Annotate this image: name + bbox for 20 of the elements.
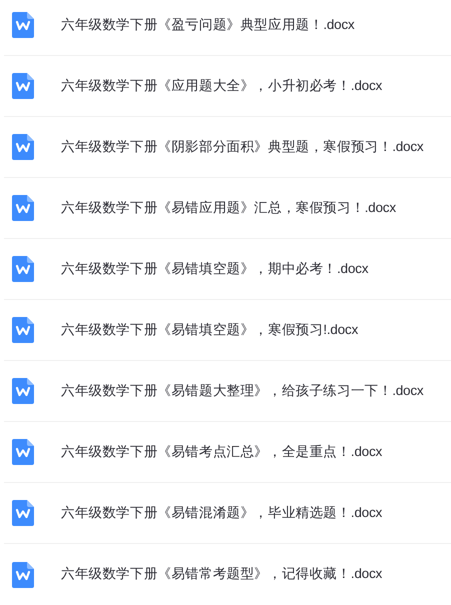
document-icon [12, 317, 34, 343]
file-name[interactable]: 六年级数学下册《易错填空题》，期中必考！.docx [61, 258, 368, 280]
document-icon [12, 378, 34, 404]
file-name[interactable]: 六年级数学下册《盈亏问题》典型应用题！.docx [61, 14, 354, 36]
document-icon [12, 500, 34, 526]
document-icon [12, 12, 34, 38]
file-name[interactable]: 六年级数学下册《易错混淆题》，毕业精选题！.docx [61, 502, 382, 524]
document-icon [12, 134, 34, 160]
file-name[interactable]: 六年级数学下册《易错应用题》汇总，寒假预习！.docx [61, 198, 396, 218]
document-icon [12, 73, 34, 99]
document-icon [12, 195, 34, 221]
file-name[interactable]: 六年级数学下册《易错题大整理》，给孩子练习一下！.docx [61, 380, 424, 402]
file-name[interactable]: 六年级数学下册《易错填空题》，寒假预习!.docx [61, 320, 358, 340]
document-icon [12, 562, 34, 588]
file-name[interactable]: 六年级数学下册《易错常考题型》，记得收藏！.docx [61, 564, 382, 585]
file-name[interactable]: 六年级数学下册《阴影部分面积》典型题，寒假预习！.docx [61, 136, 424, 158]
file-name[interactable]: 六年级数学下册《应用题大全》，小升初必考！.docx [61, 76, 382, 96]
document-icon [12, 256, 34, 282]
document-icon [12, 439, 34, 465]
file-name[interactable]: 六年级数学下册《易错考点汇总》，全是重点！.docx [61, 442, 382, 462]
